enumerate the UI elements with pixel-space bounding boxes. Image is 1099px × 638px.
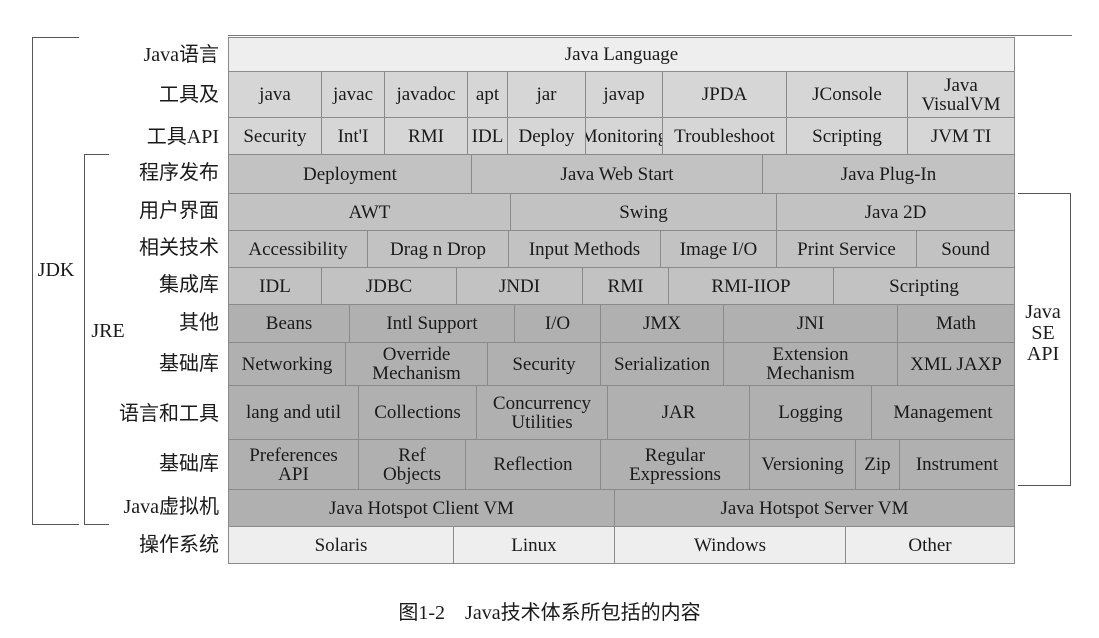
component-java-language: Java Language — [228, 37, 1015, 72]
row-label: 基础库 — [159, 353, 219, 375]
component-scripting: Scripting — [833, 267, 1015, 305]
row-label: 工具API — [146, 126, 219, 148]
component-collections: Collections — [358, 385, 477, 440]
component-zip: Zip — [855, 439, 900, 490]
row-label: 程序发布 — [139, 162, 219, 184]
component-rmi: RMI — [582, 267, 669, 305]
component-jndi: JNDI — [456, 267, 583, 305]
component-deployment: Deployment — [228, 154, 472, 194]
component-solaris: Solaris — [228, 526, 454, 564]
component-awt: AWT — [228, 193, 511, 231]
component-lang-and-util: lang and util — [228, 385, 359, 440]
figure-caption: 图1-2 Java技术体系所包括的内容 — [398, 602, 701, 624]
row-label: Java虚拟机 — [123, 496, 219, 518]
component-windows: Windows — [614, 526, 846, 564]
component-linux: Linux — [453, 526, 615, 564]
component-idl: IDL — [228, 267, 322, 305]
row-label: Java语言 — [143, 44, 219, 66]
component-xml-jaxp: XML JAXP — [897, 342, 1015, 386]
component-int-i: Int'I — [321, 117, 385, 155]
component-javap: javap — [585, 71, 663, 118]
component-scripting: Scripting — [786, 117, 908, 155]
component-javadoc: javadoc — [384, 71, 468, 118]
row-label: 工具及 — [159, 84, 219, 106]
component-java-plug-in: Java Plug-In — [762, 154, 1015, 194]
component-jar: jar — [507, 71, 586, 118]
component-troubleshoot: Troubleshoot — [662, 117, 787, 155]
component-drag-n-drop: Drag n Drop — [367, 230, 509, 268]
row-label: 集成库 — [159, 274, 219, 296]
row-label: 相关技术 — [139, 237, 219, 259]
component-serialization: Serialization — [600, 342, 724, 386]
component-java-2d: Java 2D — [776, 193, 1015, 231]
row-label: 用户界面 — [139, 200, 219, 222]
component-security: Security — [228, 117, 322, 155]
component-jpda: JPDA — [662, 71, 787, 118]
component-java-hotspot-server-vm: Java Hotspot Server VM — [614, 489, 1015, 527]
component-input-methods: Input Methods — [508, 230, 661, 268]
row-label: 基础库 — [159, 453, 219, 475]
component-concurrency-utilities: Concurrency Utilities — [476, 385, 608, 440]
component-print-service: Print Service — [776, 230, 917, 268]
component-jconsole: JConsole — [786, 71, 908, 118]
component-deploy: Deploy — [507, 117, 586, 155]
component-image-i-o: Image I/O — [660, 230, 777, 268]
component-java: java — [228, 71, 322, 118]
component-regular-expressions: Regular Expressions — [600, 439, 750, 490]
component-reflection: Reflection — [465, 439, 601, 490]
component-java-hotspot-client-vm: Java Hotspot Client VM — [228, 489, 615, 527]
component-rmi: RMI — [384, 117, 468, 155]
component-math: Math — [897, 304, 1015, 343]
component-java-visualvm: Java VisualVM — [907, 71, 1015, 118]
component-i-o: I/O — [514, 304, 601, 343]
component-java-web-start: Java Web Start — [471, 154, 763, 194]
component-networking: Networking — [228, 342, 346, 386]
component-jmx: JMX — [600, 304, 724, 343]
component-intl-support: Intl Support — [349, 304, 515, 343]
component-jvm-ti: JVM TI — [907, 117, 1015, 155]
component-ref-objects: Ref Objects — [358, 439, 466, 490]
component-override-mechanism: Override Mechanism — [345, 342, 488, 386]
row-label: 操作系统 — [139, 534, 219, 556]
component-logging: Logging — [749, 385, 872, 440]
component-sound: Sound — [916, 230, 1015, 268]
component-javac: javac — [321, 71, 385, 118]
component-jni: JNI — [723, 304, 898, 343]
component-monitoring: Monitoring — [585, 117, 663, 155]
component-beans: Beans — [228, 304, 350, 343]
row-label: 语言和工具 — [119, 403, 219, 425]
component-versioning: Versioning — [749, 439, 856, 490]
component-preferences-api: Preferences API — [228, 439, 359, 490]
java-technology-diagram: JDK JRE Java SE API Java语言 工具及 工具API 程序发布 用户… — [0, 0, 1099, 638]
component-apt: apt — [467, 71, 508, 118]
java-se-api-label: Java SE API — [1025, 301, 1061, 365]
component-jar: JAR — [607, 385, 750, 440]
row-label: 其他 — [179, 312, 219, 334]
component-security: Security — [487, 342, 601, 386]
component-rmi-iiop: RMI-IIOP — [668, 267, 834, 305]
component-extension-mechanism: Extension Mechanism — [723, 342, 898, 386]
component-idl: IDL — [467, 117, 508, 155]
top-rule — [228, 35, 1072, 36]
component-swing: Swing — [510, 193, 777, 231]
component-instrument: Instrument — [899, 439, 1015, 490]
component-accessibility: Accessibility — [228, 230, 368, 268]
component-jdbc: JDBC — [321, 267, 457, 305]
component-other: Other — [845, 526, 1015, 564]
component-management: Management — [871, 385, 1015, 440]
